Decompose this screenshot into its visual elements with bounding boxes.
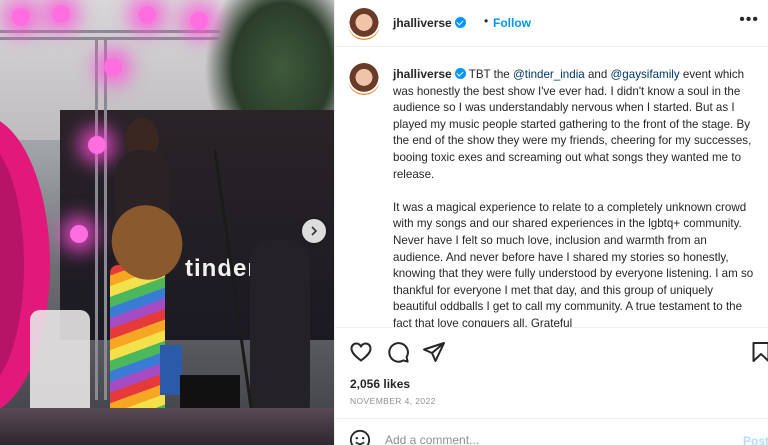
comment-button[interactable] [386,340,410,364]
verified-badge-icon [454,68,466,79]
separator-dot: • [484,14,489,28]
comment-icon [388,342,409,363]
post-caption: jhalliverse TBT the @tinder_india and @g… [335,47,768,327]
like-button[interactable] [349,340,373,364]
post-actions [335,327,768,375]
comment-input[interactable] [385,433,715,445]
emoji-icon[interactable] [349,429,371,445]
photo-brand-sign: tinder [185,255,258,282]
post-sidebar: jhalliverse • Follow ••• jhalliverse TBT… [334,0,768,445]
mention-link[interactable]: @tinder_india [513,68,585,81]
stage-light [138,6,156,24]
caption-paragraph-1: jhalliverse TBT the @tinder_india and @g… [393,66,758,183]
post-comment-button[interactable]: Post [743,434,768,445]
photo-truss-vertical [95,40,107,400]
more-options-button[interactable]: ••• [739,11,759,29]
avatar[interactable] [348,8,380,40]
photo-chair [30,310,90,410]
bookmark-icon [752,342,768,362]
caption-text: jhalliverse TBT the @tinder_india and @g… [393,66,758,327]
share-button[interactable] [422,340,446,364]
caption-and: and [587,68,608,81]
caption-paragraph-2: It was a magical experience to relate to… [393,200,754,327]
photo-stage-floor [0,408,334,445]
stage-light [52,5,70,23]
save-button[interactable] [749,340,768,364]
next-photo-button[interactable] [302,219,326,243]
stage-light [88,136,106,154]
likes-count[interactable]: 2,056 likes [350,377,410,391]
caption-body-1: event which was honestly the best show I… [393,68,752,181]
header-username-text[interactable]: jhalliverse [393,16,452,30]
stage-light [104,58,122,76]
verified-badge-icon [454,17,466,28]
mention-link[interactable]: @gaysifamily [611,68,680,81]
caption-intro: TBT the [468,68,510,81]
post-header: jhalliverse • Follow ••• [335,0,768,47]
comment-bar: Post [335,418,768,445]
photo-speaker [180,375,240,410]
follow-button[interactable]: Follow [493,16,531,30]
stage-light [70,225,88,243]
stage-light [12,8,30,26]
post-photo[interactable]: tinder [0,0,334,445]
stage-light [190,12,208,30]
heart-icon [350,342,372,362]
photo-amp [160,345,182,395]
photo-musician [250,240,310,410]
photo-singer-pants [110,265,165,415]
chevron-right-icon [311,226,318,236]
photo-truss [0,30,220,40]
header-username[interactable]: jhalliverse [393,16,466,30]
caption-avatar[interactable] [348,63,380,95]
post-date: NOVEMBER 4, 2022 [350,396,436,406]
caption-username[interactable]: jhalliverse [393,67,452,81]
share-icon [423,342,445,362]
